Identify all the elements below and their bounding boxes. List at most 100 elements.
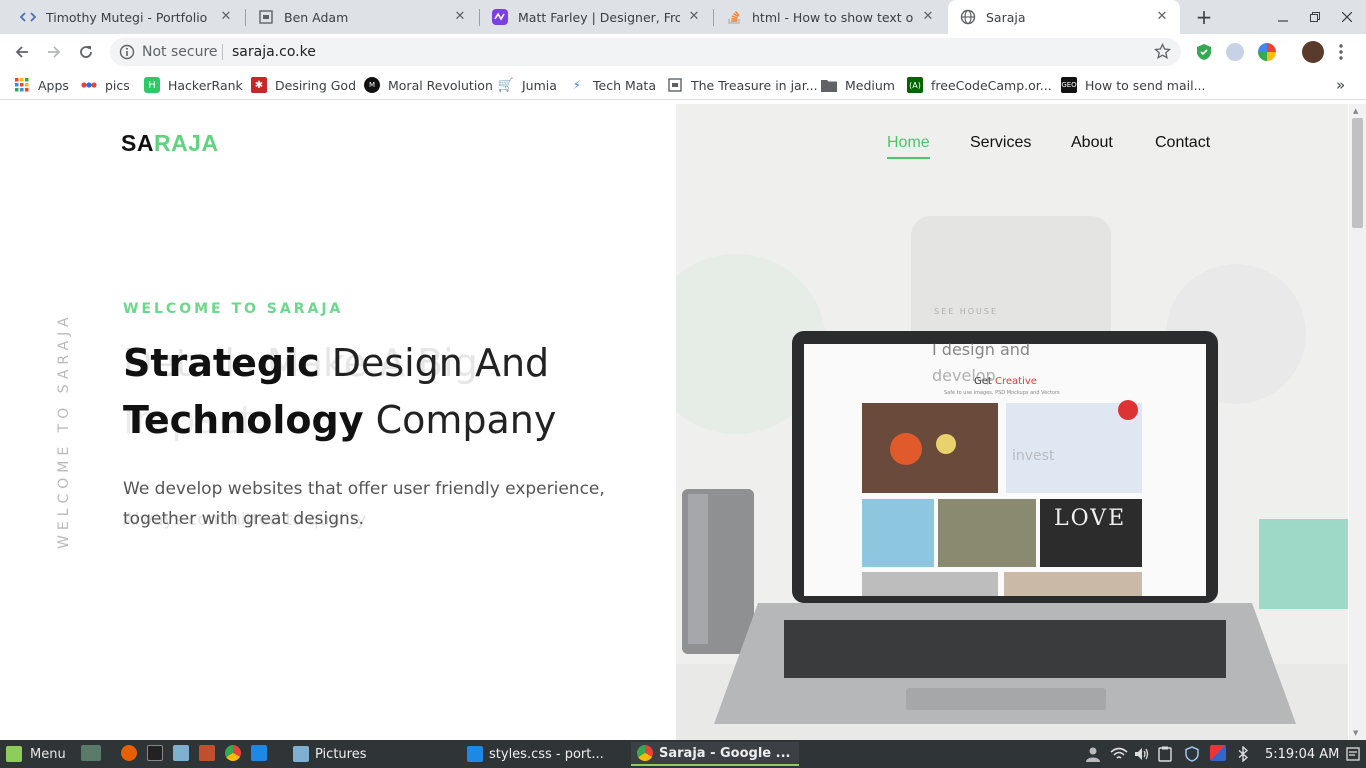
task-vscode[interactable]: styles.css - port... (461, 742, 626, 766)
shield-extension-icon[interactable] (1195, 43, 1213, 61)
scroll-up-icon[interactable]: ▲ (1353, 107, 1358, 115)
info-icon[interactable] (119, 44, 135, 64)
laptop-illustration (676, 104, 1348, 740)
phone-line2: develop (932, 366, 996, 385)
reload-icon[interactable] (72, 38, 100, 66)
os-taskbar: Menu Pictures styles.css - port... Saraj… (0, 740, 1366, 768)
globe-icon (960, 9, 976, 25)
hero-heading-line2: Technology Company (123, 398, 556, 442)
task-chrome-saraja[interactable]: Saraja - Google ... (631, 742, 799, 766)
scroll-down-icon[interactable]: ▼ (1353, 729, 1358, 737)
mint-logo-icon (6, 746, 22, 762)
apps-grid-icon (14, 77, 30, 93)
forward-arrow-icon[interactable] (40, 38, 68, 66)
bookmark-desiring-god[interactable]: ✱ Desiring God (251, 75, 356, 95)
bookmark-label: Moral Revolution (388, 77, 493, 93)
bookmark-label: freeCodeCamp.or... (931, 77, 1052, 93)
firefox-icon[interactable] (121, 745, 137, 761)
bluetooth-icon[interactable] (1238, 745, 1248, 763)
phone-line1: I design and (932, 340, 1031, 359)
address-bar[interactable]: Not secure saraja.co.ke (110, 38, 1181, 66)
nav-home[interactable]: Home (887, 134, 930, 152)
tab-matt-farley[interactable]: Matt Farley | Designer, Front-e ✕ (480, 0, 712, 34)
tab-timothy[interactable]: Timothy Mutegi - Portfolio ✕ (8, 0, 244, 34)
tab-stackoverflow[interactable]: html - How to show text on ima ✕ (714, 0, 946, 34)
bookmark-freecodecamp[interactable]: (A) freeCodeCamp.or... (907, 75, 1052, 95)
bookmarks-bar: Apps pics H HackerRank ✱ Desiring God M … (0, 70, 1366, 100)
task-pictures[interactable]: Pictures (287, 742, 452, 766)
chrome-icon[interactable] (225, 745, 241, 761)
nav-contact[interactable]: Contact (1155, 134, 1210, 152)
scrollbar-thumb[interactable] (1352, 118, 1363, 228)
menu-button[interactable]: Menu (6, 745, 66, 763)
window-close-icon[interactable] (1331, 0, 1363, 34)
close-icon[interactable]: ✕ (1154, 9, 1170, 25)
tab-strip: Timothy Mutegi - Portfolio ✕ Ben Adam ✕ … (0, 0, 1366, 34)
hackerrank-icon: H (144, 77, 160, 93)
clock[interactable]: 5:19:04 AM (1265, 745, 1339, 763)
sublime-icon[interactable] (199, 745, 215, 761)
bookmark-label: How to send mail... (1085, 77, 1206, 93)
terminal-icon[interactable] (147, 745, 163, 761)
desiring-god-icon: ✱ (251, 77, 267, 93)
bookmark-label: Jumia (522, 77, 557, 93)
vscode-icon (467, 746, 483, 762)
folder-icon (293, 746, 309, 762)
task-label: Saraja - Google ... (659, 745, 791, 761)
close-icon[interactable]: ✕ (218, 9, 234, 25)
nav-about[interactable]: About (1071, 134, 1113, 152)
star-icon[interactable] (1153, 42, 1172, 64)
tab-title: Ben Adam (284, 9, 349, 25)
shield-update-icon[interactable] (1184, 745, 1200, 763)
site-logo[interactable]: SARAJA (121, 130, 219, 157)
notifications-icon[interactable] (1346, 745, 1360, 763)
minimize-icon[interactable] (1267, 0, 1299, 34)
clipboard-icon[interactable] (1158, 745, 1172, 763)
logo-dark-part: SA (121, 130, 154, 156)
extension-icon[interactable] (1226, 43, 1244, 61)
user-icon[interactable] (1086, 745, 1100, 763)
tab-ben-adam[interactable]: Ben Adam ✕ (246, 0, 478, 34)
bookmark-pics[interactable]: pics (81, 75, 130, 95)
nav-services[interactable]: Services (970, 134, 1031, 152)
cart-icon: 🛒 (497, 77, 515, 93)
bookmark-label: Medium (845, 77, 895, 93)
close-icon[interactable]: ✕ (452, 9, 468, 25)
bookmark-moral-revolution[interactable]: M Moral Revolution (364, 75, 493, 95)
more-menu-icon[interactable] (1338, 43, 1344, 65)
maximize-icon[interactable] (1299, 0, 1331, 34)
send-mail-icon: GEO (1061, 77, 1077, 93)
security-label: Not secure (142, 44, 218, 60)
nav-active-underline (887, 157, 930, 159)
bookmark-apps[interactable]: Apps (14, 75, 69, 95)
new-tab-button[interactable]: + (1188, 0, 1220, 34)
tab-title: Timothy Mutegi - Portfolio (46, 9, 208, 25)
tech-mata-icon: ⚡ (572, 78, 582, 92)
heading-bold-word: Strategic (123, 341, 320, 385)
url-text[interactable]: saraja.co.ke (232, 44, 316, 60)
close-icon[interactable]: ✕ (686, 9, 702, 25)
wifi-icon[interactable] (1110, 745, 1128, 763)
tab-saraja[interactable]: Saraja ✕ (948, 0, 1180, 34)
close-icon[interactable]: ✕ (920, 9, 936, 25)
bookmark-medium[interactable]: Medium (821, 75, 895, 95)
bookmark-treasure[interactable]: The Treasure in jar... (667, 75, 818, 95)
volume-icon[interactable] (1134, 745, 1150, 763)
bookmark-hackerrank[interactable]: H HackerRank (144, 75, 243, 95)
vscode-icon[interactable] (251, 745, 267, 761)
bookmark-tech-mata[interactable]: ⚡ Tech Mata (569, 75, 656, 95)
heading-rest: Company (363, 398, 557, 442)
bookmarks-overflow-button[interactable]: » (1336, 75, 1345, 95)
back-arrow-icon[interactable] (8, 38, 36, 66)
heading-rest: Design And (319, 341, 550, 385)
heading-bold-word: Technology (123, 398, 364, 442)
app-tray-icon[interactable] (1210, 745, 1226, 761)
tab-title: html - How to show text on ima (752, 9, 914, 25)
bookmark-jumia[interactable]: 🛒 Jumia (498, 75, 557, 95)
profile-avatar[interactable] (1302, 41, 1324, 63)
files-icon[interactable] (173, 745, 189, 761)
show-desktop-icon[interactable] (81, 745, 101, 761)
bookmark-label: Tech Mata (593, 77, 656, 93)
bookmark-send-mail[interactable]: GEO How to send mail... (1061, 75, 1206, 95)
color-extension-icon[interactable] (1258, 43, 1276, 61)
